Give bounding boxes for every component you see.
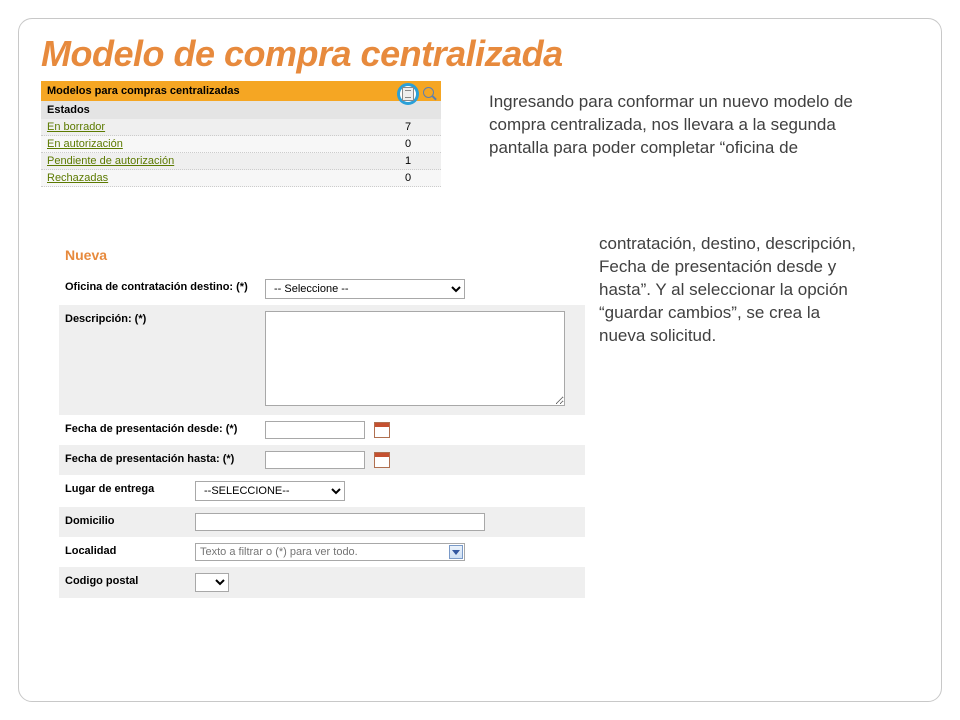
row-localidad: Localidad bbox=[59, 537, 585, 567]
label-lugar: Lugar de entrega bbox=[65, 481, 195, 495]
form-title: Nueva bbox=[59, 243, 585, 273]
row-lugar: Lugar de entrega --SELECCIONE-- bbox=[59, 475, 585, 507]
description-text-1: Ingresando para conformar un nuevo model… bbox=[489, 91, 889, 160]
oficina-select[interactable]: -- Seleccione -- bbox=[265, 279, 465, 299]
status-count: 1 bbox=[405, 155, 435, 167]
calendar-icon[interactable] bbox=[374, 452, 390, 468]
status-count: 0 bbox=[405, 172, 435, 184]
label-oficina: Oficina de contratación destino: (*) bbox=[65, 279, 265, 293]
status-header-text: Modelos para compras centralizadas bbox=[47, 85, 240, 97]
label-domicilio: Domicilio bbox=[65, 513, 195, 527]
status-row: Pendiente de autorización 1 bbox=[41, 153, 441, 170]
row-codigo-postal: Codigo postal bbox=[59, 567, 585, 598]
descripcion-textarea[interactable] bbox=[265, 311, 565, 406]
row-descripcion: Descripción: (*) bbox=[59, 305, 585, 415]
label-fecha-hasta: Fecha de presentación hasta: (*) bbox=[65, 451, 265, 465]
document-icon bbox=[402, 87, 414, 101]
row-fecha-hasta: Fecha de presentación hasta: (*) bbox=[59, 445, 585, 475]
status-link[interactable]: En borrador bbox=[47, 121, 405, 133]
status-count: 0 bbox=[405, 138, 435, 150]
label-fecha-desde: Fecha de presentación desde: (*) bbox=[65, 421, 265, 435]
status-row: En autorización 0 bbox=[41, 136, 441, 153]
lugar-select[interactable]: --SELECCIONE-- bbox=[195, 481, 345, 501]
row-oficina: Oficina de contratación destino: (*) -- … bbox=[59, 273, 585, 305]
status-panel: Modelos para compras centralizadas Estad… bbox=[41, 81, 441, 187]
status-subheader: Estados bbox=[41, 101, 441, 119]
status-link[interactable]: Rechazadas bbox=[47, 172, 405, 184]
chevron-down-icon[interactable] bbox=[449, 545, 463, 559]
label-localidad: Localidad bbox=[65, 543, 195, 557]
nueva-form: Nueva Oficina de contratación destino: (… bbox=[59, 243, 585, 598]
row-domicilio: Domicilio bbox=[59, 507, 585, 537]
label-codigo-postal: Codigo postal bbox=[65, 573, 195, 587]
status-row: En borrador 7 bbox=[41, 119, 441, 136]
status-count: 7 bbox=[405, 121, 435, 133]
localidad-input[interactable] bbox=[195, 543, 465, 561]
new-model-button[interactable] bbox=[397, 83, 419, 105]
status-header: Modelos para compras centralizadas bbox=[41, 81, 441, 101]
page-title: Modelo de compra centralizada bbox=[41, 33, 919, 75]
fecha-desde-input[interactable] bbox=[265, 421, 365, 439]
codigo-postal-select[interactable] bbox=[195, 573, 229, 592]
domicilio-input[interactable] bbox=[195, 513, 485, 531]
fecha-hasta-input[interactable] bbox=[265, 451, 365, 469]
status-link[interactable]: Pendiente de autorización bbox=[47, 155, 405, 167]
status-row: Rechazadas 0 bbox=[41, 170, 441, 187]
description-text-2: contratación, destino, descripción, Fech… bbox=[599, 233, 859, 348]
row-fecha-desde: Fecha de presentación desde: (*) bbox=[59, 415, 585, 445]
calendar-icon[interactable] bbox=[374, 422, 390, 438]
label-descripcion: Descripción: (*) bbox=[65, 311, 265, 325]
status-link[interactable]: En autorización bbox=[47, 138, 405, 150]
search-icon[interactable] bbox=[423, 87, 437, 101]
